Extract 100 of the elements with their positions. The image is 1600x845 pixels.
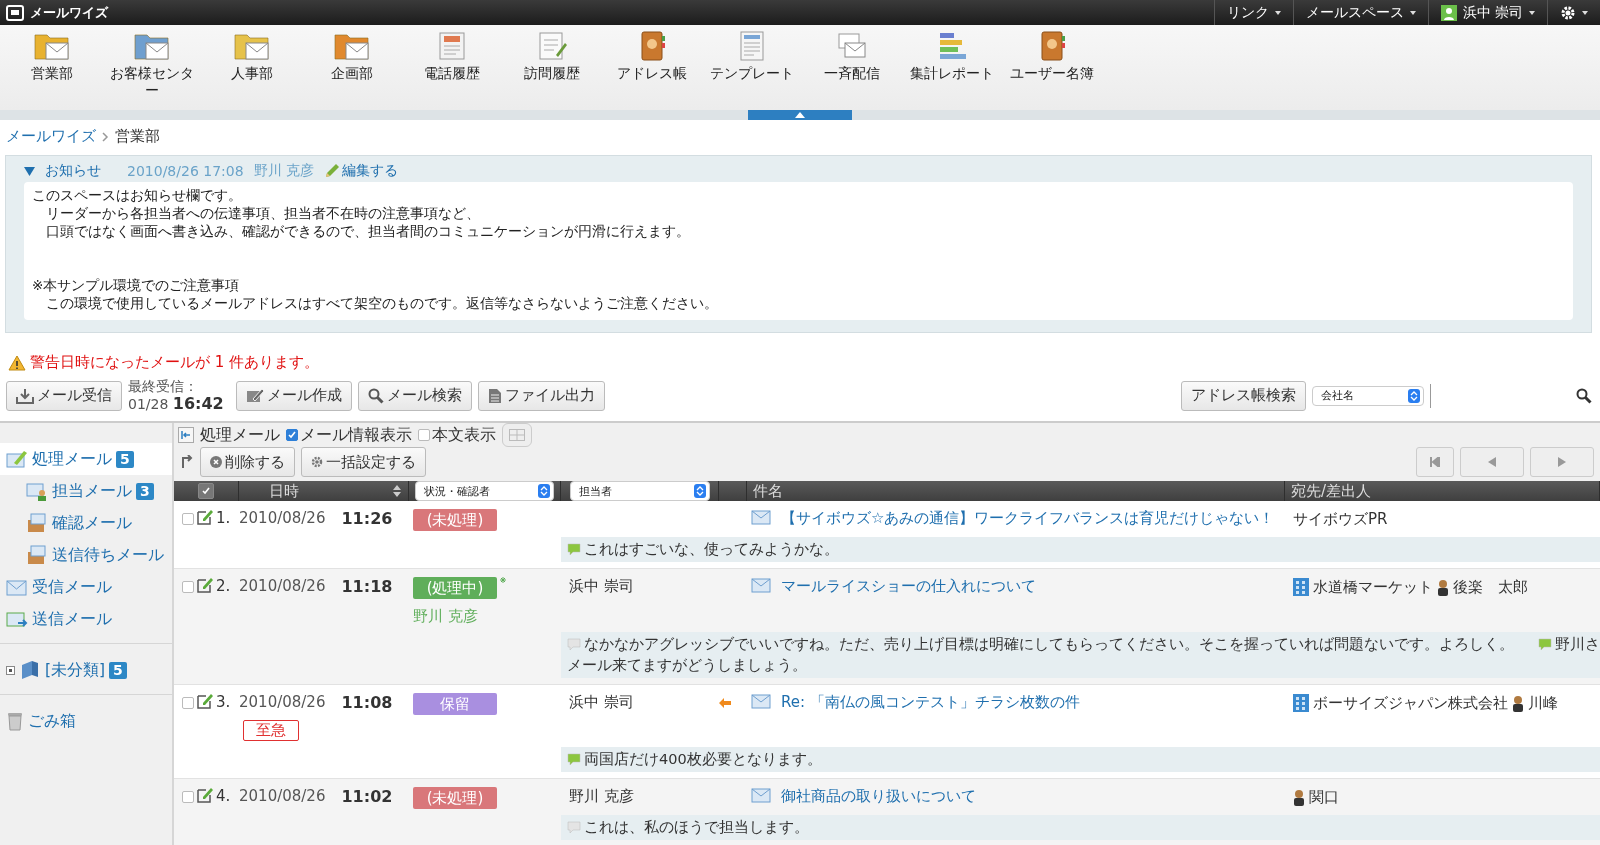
person-icon bbox=[1512, 694, 1524, 712]
mail-row[interactable]: 3. 2010/08/26 11:08 至急 保留 浜中 崇司 Re: 「南仏の風コンテスト」チラシ枚数の件 ボーサイズジャパン株式会社 川峰 両国店だけ400枚必要となります。 bbox=[174, 685, 1600, 779]
layout-button[interactable] bbox=[502, 423, 532, 447]
mail-time: 11:02 bbox=[341, 787, 393, 806]
app-launcher[interactable]: アドレス帳 bbox=[602, 25, 702, 110]
view-option[interactable]: 本文表示 bbox=[418, 424, 496, 446]
stepper-icon bbox=[1408, 388, 1420, 403]
collapse-pane-icon[interactable] bbox=[178, 427, 194, 443]
row-checkbox[interactable] bbox=[182, 697, 194, 709]
pencil-icon bbox=[324, 163, 341, 179]
mail-time: 11:18 bbox=[341, 577, 393, 596]
envelope-icon bbox=[751, 509, 771, 525]
envelope-icon bbox=[751, 787, 771, 803]
app-launcher[interactable]: 企画部 bbox=[302, 25, 402, 110]
stepper-icon bbox=[538, 484, 550, 498]
warning-message: 警告日時になったメールが 1 件あります。 bbox=[30, 353, 320, 372]
toolbar-button[interactable]: ファイル出力 bbox=[477, 380, 605, 411]
sidebar-item[interactable]: ごみ箱 bbox=[0, 705, 172, 737]
checkbox[interactable] bbox=[418, 429, 430, 441]
row-checkbox[interactable] bbox=[182, 791, 194, 803]
sidebar-item[interactable]: 担当メール 3 bbox=[0, 475, 172, 507]
sidebar-item[interactable]: 送信メール bbox=[0, 603, 172, 635]
edit-document-icon bbox=[196, 693, 214, 709]
person-icon bbox=[1437, 578, 1449, 596]
comment-text: メール来てますがどうしましょう。 bbox=[567, 656, 808, 675]
toolbar-button[interactable]: メール検索 bbox=[357, 380, 472, 411]
breadcrumb-link[interactable]: メールワイズ bbox=[6, 127, 96, 146]
return-arrow-icon bbox=[180, 455, 194, 469]
sidebar-item[interactable]: 処理メール 5 bbox=[0, 443, 172, 475]
recipient-name: 川峰 bbox=[1528, 693, 1558, 713]
view-option[interactable]: メール情報表示 bbox=[286, 424, 412, 446]
row-number: 3. bbox=[216, 693, 231, 711]
checkmark-icon bbox=[287, 430, 297, 440]
edit-link[interactable]: 編集する bbox=[342, 162, 399, 180]
comment-text: 両国店だけ400枚必要となります。 bbox=[584, 750, 822, 769]
count-badge: 5 bbox=[116, 450, 134, 468]
assignee-filter-select[interactable]: 担当者 bbox=[569, 481, 710, 501]
book-icon bbox=[19, 660, 41, 680]
sort-icon[interactable] bbox=[392, 484, 402, 498]
app-launcher[interactable]: お客様センター bbox=[102, 25, 202, 110]
app-launcher[interactable]: 集計レポート bbox=[902, 25, 1002, 110]
sidebar-item[interactable]: 受信メール bbox=[0, 571, 172, 603]
recipient-name: 関口 bbox=[1309, 787, 1339, 807]
view-title: 処理メール bbox=[200, 424, 280, 446]
previous-page-button[interactable] bbox=[1460, 447, 1524, 477]
urgent-tag: 至急 bbox=[243, 720, 299, 741]
subject-link[interactable]: 【サイボウズ☆あみの通信】ワークライフバランスは育児だけじゃない！ bbox=[781, 509, 1275, 528]
envelope-icon bbox=[751, 577, 771, 593]
app-launcher[interactable]: 一斉配信 bbox=[802, 25, 902, 110]
collapse-triangle-icon[interactable] bbox=[24, 166, 35, 176]
sidebar-item[interactable]: [未分類] 5 bbox=[0, 654, 172, 686]
collapse-handle[interactable] bbox=[748, 110, 852, 120]
subject-link[interactable]: Re: 「南仏の風コンテスト」チラシ枚数の件 bbox=[781, 693, 1080, 712]
sidebar-item[interactable]: 送信待ちメール bbox=[0, 539, 172, 571]
delete-icon bbox=[210, 456, 222, 468]
row-checkbox[interactable] bbox=[182, 581, 194, 593]
count-badge: 3 bbox=[136, 482, 154, 500]
search-icon[interactable] bbox=[1576, 387, 1592, 404]
last-received-label: 最終受信： bbox=[128, 378, 199, 395]
envelope-icon bbox=[6, 577, 28, 597]
mail-row[interactable]: 4. 2010/08/26 11:02 (未処理) 野川 克彦 御社商品の取り扱いについて 関口 これは、私のほうで担当します。 bbox=[174, 779, 1600, 845]
app-launcher[interactable]: 営業部 bbox=[2, 25, 102, 110]
app-launcher[interactable]: 訪問履歴 bbox=[502, 25, 602, 110]
mail-row[interactable]: 2. 2010/08/26 11:18 (処理中) 野川 克彦 浜中 崇司 マールライスショーの仕入れについて 水道橋マーケット 後楽 太郎 なかなかアグレッシブでいいですね。ただ、売り上げ目標は明確にしてもらってください。そこを握っていれば問題ないです。よろしく。 野川さ メール来てますがどうしましょう。 bbox=[174, 569, 1600, 685]
receive-button[interactable]: メール受信 bbox=[6, 380, 122, 411]
field-select[interactable]: 会社名 bbox=[1312, 385, 1424, 406]
app-launcher[interactable]: ユーザー名簿 bbox=[1002, 25, 1102, 110]
checkbox[interactable] bbox=[286, 429, 298, 441]
subject-link[interactable]: マールライスショーの仕入れについて bbox=[781, 577, 1036, 596]
expand-icon[interactable] bbox=[6, 665, 15, 675]
first-page-button[interactable] bbox=[1416, 447, 1454, 477]
breadcrumb-current: 営業部 bbox=[115, 127, 160, 146]
next-page-button[interactable] bbox=[1530, 447, 1594, 477]
row-number: 1. bbox=[216, 509, 231, 527]
address-search-button[interactable]: アドレス帳検索 bbox=[1181, 380, 1306, 411]
toolbar-button[interactable]: メール作成 bbox=[235, 380, 352, 411]
compose-icon bbox=[245, 387, 264, 404]
app-launcher[interactable]: 電話履歴 bbox=[402, 25, 502, 110]
mail-date: 2010/08/26 bbox=[239, 787, 326, 806]
action-button[interactable]: 一括設定する bbox=[301, 447, 426, 477]
notice-text: この環境で使用しているメールアドレスはすべて架空のものです。返信等なさらないようご注意ください。 bbox=[45, 294, 719, 312]
row-checkbox[interactable] bbox=[182, 513, 194, 525]
search-icon bbox=[367, 387, 384, 404]
subject-link[interactable]: 御社商品の取り扱いについて bbox=[781, 787, 976, 806]
sidebar-item[interactable]: 確認メール bbox=[0, 507, 172, 539]
mail-date: 2010/08/26 bbox=[239, 577, 326, 596]
select-all-checkbox[interactable] bbox=[198, 483, 214, 499]
notice-author: 野川 克彦 bbox=[253, 162, 315, 180]
mail-row[interactable]: 1. 2010/08/26 11:26 (未処理) 【サイボウズ☆あみの通信】ワークライフバランスは育児だけじゃない！ サイボウズPR これはすごいな、使ってみようかな。 bbox=[174, 501, 1600, 569]
action-button[interactable]: 削除する bbox=[200, 447, 295, 477]
app-logo-icon bbox=[6, 4, 24, 21]
chevron-right-icon bbox=[102, 131, 109, 142]
app-launcher[interactable]: テンプレート bbox=[702, 25, 802, 110]
app-launcher[interactable]: 人事部 bbox=[202, 25, 302, 110]
warning-icon bbox=[8, 354, 26, 371]
settings-icon bbox=[1560, 4, 1576, 21]
up-arrow-icon bbox=[795, 112, 805, 118]
envelope-person-icon bbox=[26, 481, 48, 501]
status-filter-select[interactable]: 状況・確認者 bbox=[415, 481, 554, 501]
column-header: 日時 bbox=[269, 481, 299, 501]
